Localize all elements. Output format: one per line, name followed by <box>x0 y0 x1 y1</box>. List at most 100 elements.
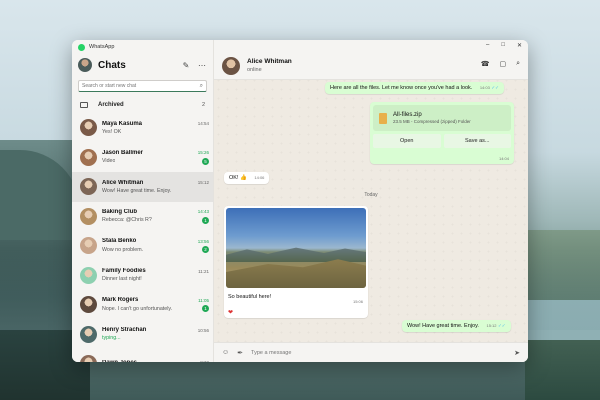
contact-name[interactable]: Alice Whitman <box>247 58 292 65</box>
photo-message[interactable]: So beautiful here! 15:06 ❤ <box>224 206 368 318</box>
chat-body: Henry Strachan 10:56 typing... <box>102 327 209 341</box>
file-name: All-files.zip <box>393 112 422 118</box>
message-composer: ☺ ✒ ➤ <box>214 342 528 362</box>
archived-label: Archived <box>98 101 124 108</box>
chat-list-item[interactable]: Alice Whitman 15:12 Wow! Have great time… <box>72 172 213 202</box>
search-conversation-icon[interactable]: ⌕ <box>516 60 520 68</box>
chat-time: 14:43 <box>197 209 209 215</box>
chat-name: Maya Kasuma <box>102 120 143 127</box>
chat-list-item[interactable]: Baking Club 14:43 Rebecca: @Chris R? 1 <box>72 202 213 232</box>
chat-list-item[interactable]: Stala Benko 13:56 Wow no problem. 2 <box>72 231 213 261</box>
chat-list-item[interactable]: Henry Strachan 10:56 typing... <box>72 320 213 350</box>
my-avatar[interactable] <box>78 58 92 72</box>
attach-icon[interactable]: ✒ <box>237 349 243 357</box>
video-icon[interactable]: ▢ <box>499 60 506 68</box>
open-file-button[interactable]: Open <box>373 134 441 148</box>
photo-caption: So beautiful here! <box>228 294 272 300</box>
chat-body: Baking Club 14:43 Rebecca: @Chris R? 1 <box>102 209 209 224</box>
call-icon[interactable]: ☎ <box>481 60 490 68</box>
chats-header: Chats ✎ ⋯ <box>72 54 213 76</box>
chat-name: Alice Whitman <box>102 179 144 186</box>
message-text: OK! 👍 <box>229 175 247 181</box>
chat-preview: Wow no problem. <box>102 246 144 253</box>
file-actions: Open Save as... <box>373 134 511 148</box>
chat-avatar <box>80 237 97 255</box>
chats-title: Chats <box>98 59 126 71</box>
close-icon[interactable]: ✕ <box>517 42 522 49</box>
chat-time: 13:56 <box>197 238 209 244</box>
chat-avatar <box>80 119 97 137</box>
chat-body: Family Foodies 11:21 Dinner last night! <box>102 268 209 282</box>
message-time: 14:03 <box>479 85 490 90</box>
chat-body: Mark Rogers 11:05 Nope. I can't go unfor… <box>102 297 209 313</box>
chat-avatar <box>80 325 97 343</box>
archive-icon <box>80 101 88 108</box>
chat-list-item[interactable]: Mark Rogers 11:05 Nope. I can't go unfor… <box>72 290 213 320</box>
chat-name: Stala Benko <box>102 238 137 245</box>
chat-name: Family Foodies <box>102 268 146 275</box>
message-incoming[interactable]: OK! 👍 14:06 <box>224 172 270 184</box>
chat-preview: Video <box>102 158 116 165</box>
contact-avatar[interactable] <box>222 57 240 75</box>
chat-avatar <box>80 355 97 362</box>
chat-list-item[interactable]: Maya Kasuma 14:54 Yes! OK <box>72 113 213 143</box>
file-attachment[interactable]: All-files.zip 23.5 MB - Compressed (zipp… <box>370 102 514 164</box>
search-box[interactable]: ⌕ <box>78 80 207 92</box>
compose-icon[interactable]: ✎ <box>181 61 191 70</box>
chat-time: 15:12 <box>197 180 209 186</box>
conversation-header: – □ ✕ Alice Whitman online ☎ ▢ ⌕ <box>214 40 528 80</box>
chat-preview: typing... <box>102 335 121 342</box>
conversation-actions: ☎ ▢ ⌕ <box>481 60 520 68</box>
file-time: 14:04 <box>498 156 509 161</box>
chat-avatar <box>80 148 97 166</box>
save-as-button[interactable]: Save as... <box>443 134 511 148</box>
landscape-photo[interactable] <box>226 208 366 288</box>
read-receipt-icon: ✓✓ <box>491 85 499 90</box>
chat-list-item[interactable]: Jason Ballmer 15:26 Video 5 <box>72 143 213 173</box>
chat-time: 11:21 <box>198 268 209 274</box>
chat-body: Alice Whitman 15:12 Wow! Have great time… <box>102 180 209 194</box>
search-icon[interactable]: ⌕ <box>200 83 203 90</box>
photo-time: 15:06 <box>352 299 363 304</box>
chat-body: Jason Ballmer 15:26 Video 5 <box>102 150 209 165</box>
conversation-pane: – □ ✕ Alice Whitman online ☎ ▢ ⌕ Here ar… <box>214 40 528 362</box>
search-input[interactable] <box>82 83 200 89</box>
chat-time: 10:56 <box>197 327 209 333</box>
chat-time: 8:32 <box>200 360 209 362</box>
menu-icon[interactable]: ⋯ <box>197 61 207 70</box>
heart-reaction-icon[interactable]: ❤ <box>228 309 233 316</box>
file-info: All-files.zip 23.5 MB - Compressed (zipp… <box>373 105 511 131</box>
unread-badge: 1 <box>202 216 209 224</box>
chat-preview: Rebecca: @Chris R? <box>102 217 152 224</box>
message-outgoing[interactable]: Here are all the files. Let me know once… <box>325 82 504 94</box>
photo-mountains <box>226 247 366 262</box>
chat-preview: Dinner last night! <box>102 276 142 283</box>
chat-list-item[interactable]: Dawn Jones 8:32 <box>72 349 213 362</box>
whatsapp-logo-icon <box>78 43 85 51</box>
chat-name: Henry Strachan <box>102 327 147 334</box>
contact-status: online <box>247 67 262 73</box>
minimize-icon[interactable]: – <box>486 42 489 49</box>
message-time: 15:12 <box>486 323 497 328</box>
message-time: 14:06 <box>254 175 265 180</box>
chat-name: Dawn Jones <box>102 360 137 362</box>
message-text: Wow! Have great time. Enjoy. <box>407 323 479 329</box>
chat-avatar <box>80 296 97 314</box>
chat-name: Jason Ballmer <box>102 149 144 156</box>
chat-name: Mark Rogers <box>102 297 139 304</box>
chat-body: Stala Benko 13:56 Wow no problem. 2 <box>102 238 209 254</box>
unread-badge: 2 <box>202 246 209 254</box>
maximize-icon[interactable]: □ <box>501 42 505 49</box>
archived-row[interactable]: Archived 2 <box>72 96 213 113</box>
titlebar: WhatsApp <box>72 40 213 54</box>
emoji-icon[interactable]: ☺ <box>222 349 229 356</box>
chat-list-item[interactable]: Family Foodies 11:21 Dinner last night! <box>72 261 213 291</box>
chat-avatar <box>80 178 97 196</box>
message-text: Here are all the files. Let me know once… <box>330 85 473 91</box>
file-meta: 23.5 MB - Compressed (zipped) Folder <box>393 119 471 124</box>
chat-sidebar: WhatsApp Chats ✎ ⋯ ⌕ Archived 2 Maya Kas… <box>72 40 214 362</box>
message-input[interactable] <box>251 349 507 356</box>
message-outgoing[interactable]: Wow! Have great time. Enjoy. 15:12 ✓✓ <box>402 320 511 332</box>
send-icon[interactable]: ➤ <box>514 349 520 357</box>
chat-list: Maya Kasuma 14:54 Yes! OK Jason Ballmer … <box>72 113 213 362</box>
